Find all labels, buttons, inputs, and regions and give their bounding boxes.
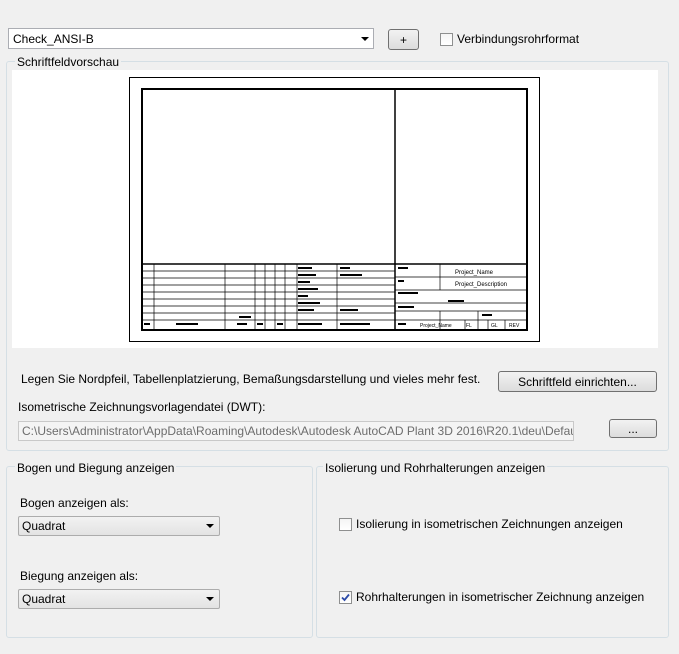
svg-text:FL: FL [466,323,472,329]
add-template-button[interactable]: + [388,29,419,50]
bend-display-label: Biegung anzeigen als: [20,569,139,583]
browse-button[interactable]: ... [609,419,657,438]
chevron-down-icon [201,597,219,601]
insulation-checkbox[interactable] [339,518,352,531]
chevron-down-icon [201,524,219,528]
title-block-drawing: Project_Name Project_Description Project… [141,88,528,331]
arc-display-label: Bogen anzeigen als: [20,496,129,510]
info-description: Legen Sie Nordpfeil, Tabellenplatzierung… [21,372,481,386]
insulation-group-title: Isolierung und Rohrhalterungen anzeigen [323,461,548,475]
project-description-text: Project_Description [455,282,507,288]
insulation-label: Isolierung in isometrischen Zeichnungen … [356,517,623,531]
setup-title-block-label: Schriftfeld einrichten... [518,374,637,389]
dwt-path-field[interactable]: C:\Users\Administrator\AppData\Roaming\A… [18,421,574,441]
title-block-preview: Project_Name Project_Description Project… [12,70,658,348]
project-name-text: Project_Name [455,270,494,276]
insulation-group [316,466,669,638]
bends-group [6,466,313,638]
connector-format-label: Verbindungsrohrformat [457,32,580,46]
template-select[interactable]: Check_ANSI-B [8,28,374,49]
svg-text:Project_Name: Project_Name [420,323,452,329]
drawing-sheet: Project_Name Project_Description Project… [129,77,540,342]
chevron-down-icon [357,29,373,48]
connector-format-checkbox[interactable] [440,33,453,46]
bend-display-select[interactable]: Quadrat [18,589,220,609]
svg-text:GL: GL [491,323,498,329]
template-select-value: Check_ANSI-B [13,31,94,46]
bend-display-value: Quadrat [22,592,66,606]
supports-label: Rohrhalterungen in isometrischer Zeichnu… [356,590,645,604]
dwt-label: Isometrische Zeichnungsvorlagendatei (DW… [18,400,266,414]
arc-display-value: Quadrat [22,519,66,533]
bends-group-title: Bogen und Biegung anzeigen [15,461,177,475]
svg-text:REV: REV [509,323,520,329]
setup-title-block-button[interactable]: Schriftfeld einrichten... [498,371,657,392]
checkmark-icon [341,593,350,602]
supports-checkbox[interactable] [339,591,352,604]
arc-display-select[interactable]: Quadrat [18,516,220,536]
preview-group-title: Schriftfeldvorschau [15,55,122,69]
